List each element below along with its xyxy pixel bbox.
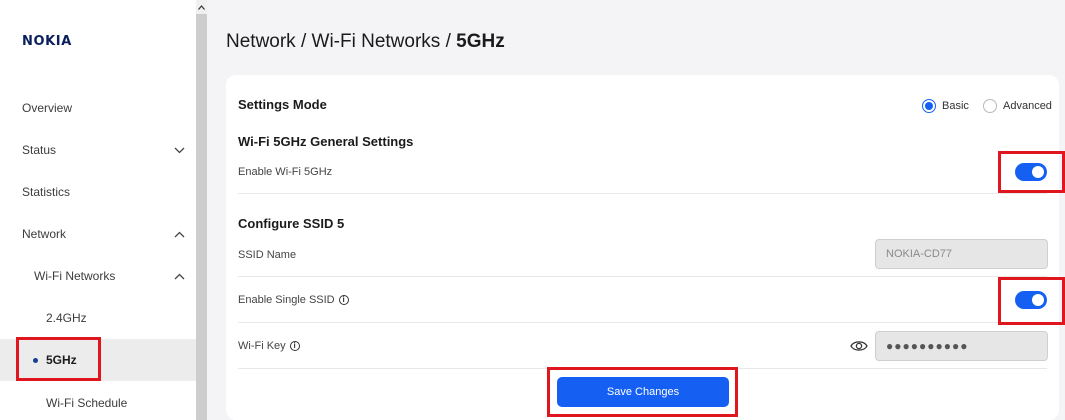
ssid-name-label: SSID Name xyxy=(238,249,296,261)
active-dot-icon xyxy=(33,357,38,363)
sidebar-item-wifi-schedule[interactable]: Wi-Fi Schedule xyxy=(0,382,196,420)
sidebar-item-label: 5GHz xyxy=(46,353,77,367)
sidebar-scrollbar[interactable] xyxy=(196,0,207,420)
wifi-key-label: Wi-Fi Key i xyxy=(238,340,300,352)
settings-card: Settings Mode Basic Advanced Wi-Fi 5GHz … xyxy=(226,75,1059,420)
enable-wifi-5ghz-toggle[interactable] xyxy=(1015,163,1047,181)
sidebar-item-label: Status xyxy=(22,143,57,157)
sidebar-item-label: Wi-Fi Networks xyxy=(34,269,116,283)
radio-advanced-label: Advanced xyxy=(1003,100,1052,112)
chevron-down-icon xyxy=(167,147,191,154)
radio-basic-label: Basic xyxy=(942,100,969,112)
divider xyxy=(238,322,1047,323)
show-password-eye-icon[interactable] xyxy=(850,339,868,353)
single-ssid-label-text: Enable Single SSID xyxy=(238,294,335,306)
sidebar-item-2-4ghz[interactable]: 2.4GHz xyxy=(0,297,196,339)
sidebar-item-label: Statistics xyxy=(22,185,71,199)
scroll-up-arrow-icon[interactable] xyxy=(196,0,207,14)
breadcrumb-current: 5GHz xyxy=(456,31,505,52)
sidebar-item-overview[interactable]: Overview xyxy=(0,87,196,129)
radio-checked-icon xyxy=(922,99,936,113)
enable-wifi-label-text: Enable Wi-Fi 5GHz xyxy=(238,166,333,178)
sidebar-item-label: Wi-Fi Schedule xyxy=(46,396,128,410)
sidebar-item-label: 2.4GHz xyxy=(46,311,87,325)
sidebar-item-status[interactable]: Status xyxy=(0,129,196,171)
info-icon[interactable]: i xyxy=(338,295,349,305)
general-settings-title: Wi-Fi 5GHz General Settings xyxy=(238,134,414,149)
sidebar-item-5ghz[interactable]: 5GHz xyxy=(0,339,196,381)
ssid-name-label-text: SSID Name xyxy=(238,249,297,261)
chevron-up-icon xyxy=(167,273,191,280)
radio-unchecked-icon xyxy=(983,99,997,113)
sidebar-item-statistics[interactable]: Statistics xyxy=(0,171,196,213)
breadcrumb: Network / Wi-Fi Networks / 5GHz xyxy=(226,31,505,53)
sidebar-item-label: Network xyxy=(22,227,67,241)
wifi-key-input[interactable]: ●●●●●●●●●● xyxy=(875,331,1048,361)
radio-basic[interactable]: Basic xyxy=(922,99,969,113)
chevron-up-icon xyxy=(167,231,191,238)
divider xyxy=(238,276,1047,277)
sidebar-item-label: Overview xyxy=(22,101,73,115)
divider xyxy=(238,193,1047,194)
radio-advanced[interactable]: Advanced xyxy=(983,99,1052,113)
breadcrumb-parent: Network / Wi-Fi Networks / xyxy=(226,31,457,52)
info-icon[interactable]: i xyxy=(289,341,300,351)
enable-wifi-label: Enable Wi-Fi 5GHz xyxy=(238,166,332,178)
save-changes-button[interactable]: Save Changes xyxy=(557,377,729,407)
divider xyxy=(238,368,1047,369)
configure-ssid-title: Configure SSID 5 xyxy=(238,216,345,231)
sidebar-item-wifi-networks[interactable]: Wi-Fi Networks xyxy=(0,255,196,297)
settings-mode-title: Settings Mode xyxy=(238,97,327,112)
sidebar: NOKIA Overview Status Statistics Network… xyxy=(0,0,196,420)
nokia-logo: NOKIA xyxy=(22,34,72,49)
enable-single-ssid-toggle[interactable] xyxy=(1015,291,1047,309)
ssid-name-input[interactable]: NOKIA-CD77 xyxy=(875,239,1048,269)
wifi-key-label-text: Wi-Fi Key xyxy=(238,340,286,352)
single-ssid-label: Enable Single SSID i xyxy=(238,294,349,306)
sidebar-item-network[interactable]: Network xyxy=(0,213,196,255)
